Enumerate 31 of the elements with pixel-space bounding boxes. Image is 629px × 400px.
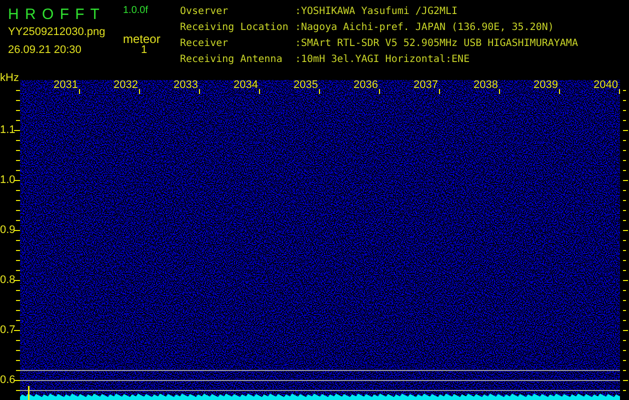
time-label: 2034: [234, 79, 258, 91]
time-label: 2039: [534, 79, 558, 91]
field-label: Receiving Location: [180, 22, 290, 35]
time-label: 2040: [594, 79, 618, 91]
app-title: H R O F F T: [8, 5, 102, 25]
time-label: 2036: [354, 79, 378, 91]
frequency-label: 0.9: [0, 224, 16, 236]
time-label: 2032: [114, 79, 138, 91]
time-label: 2035: [294, 79, 318, 91]
event-count: 1: [140, 44, 148, 58]
file-name: YY2509212030.png: [8, 26, 106, 40]
time-label: 2037: [414, 79, 438, 91]
frequency-label: 0.7: [0, 324, 16, 336]
unit-label: kHz: [0, 72, 19, 84]
time-label: 2031: [54, 79, 78, 91]
field-value: :YOSHIKAWA Yasufumi /JG2MLI: [295, 6, 459, 19]
field-label: Receiver: [180, 38, 230, 51]
field-value: :SMArt RTL-SDR V5 52.905MHz USB HIGASHIMURAYAMA: [295, 38, 578, 51]
field-value: :Nagoya Aichi-pref. JAPAN (136.90E, 35.20N): [295, 22, 555, 35]
time-label: 2038: [474, 79, 498, 91]
frequency-label: 0.8: [0, 274, 16, 286]
frequency-label: 0.6: [0, 374, 16, 386]
version-label: 1.0.0f: [123, 4, 150, 18]
timestamp: 26.09.21 20:30: [8, 44, 82, 58]
time-label: 2033: [174, 79, 198, 91]
field-label: Receiving Antenna: [180, 54, 284, 67]
field-label: Ovserver: [180, 6, 230, 19]
frequency-label: 1.1: [0, 124, 16, 136]
event-type-label: meteor: [123, 31, 162, 44]
field-value: :10mH 3el.YAGI Horizontal:ENE: [295, 54, 471, 67]
frequency-label: 1.0: [0, 174, 16, 186]
